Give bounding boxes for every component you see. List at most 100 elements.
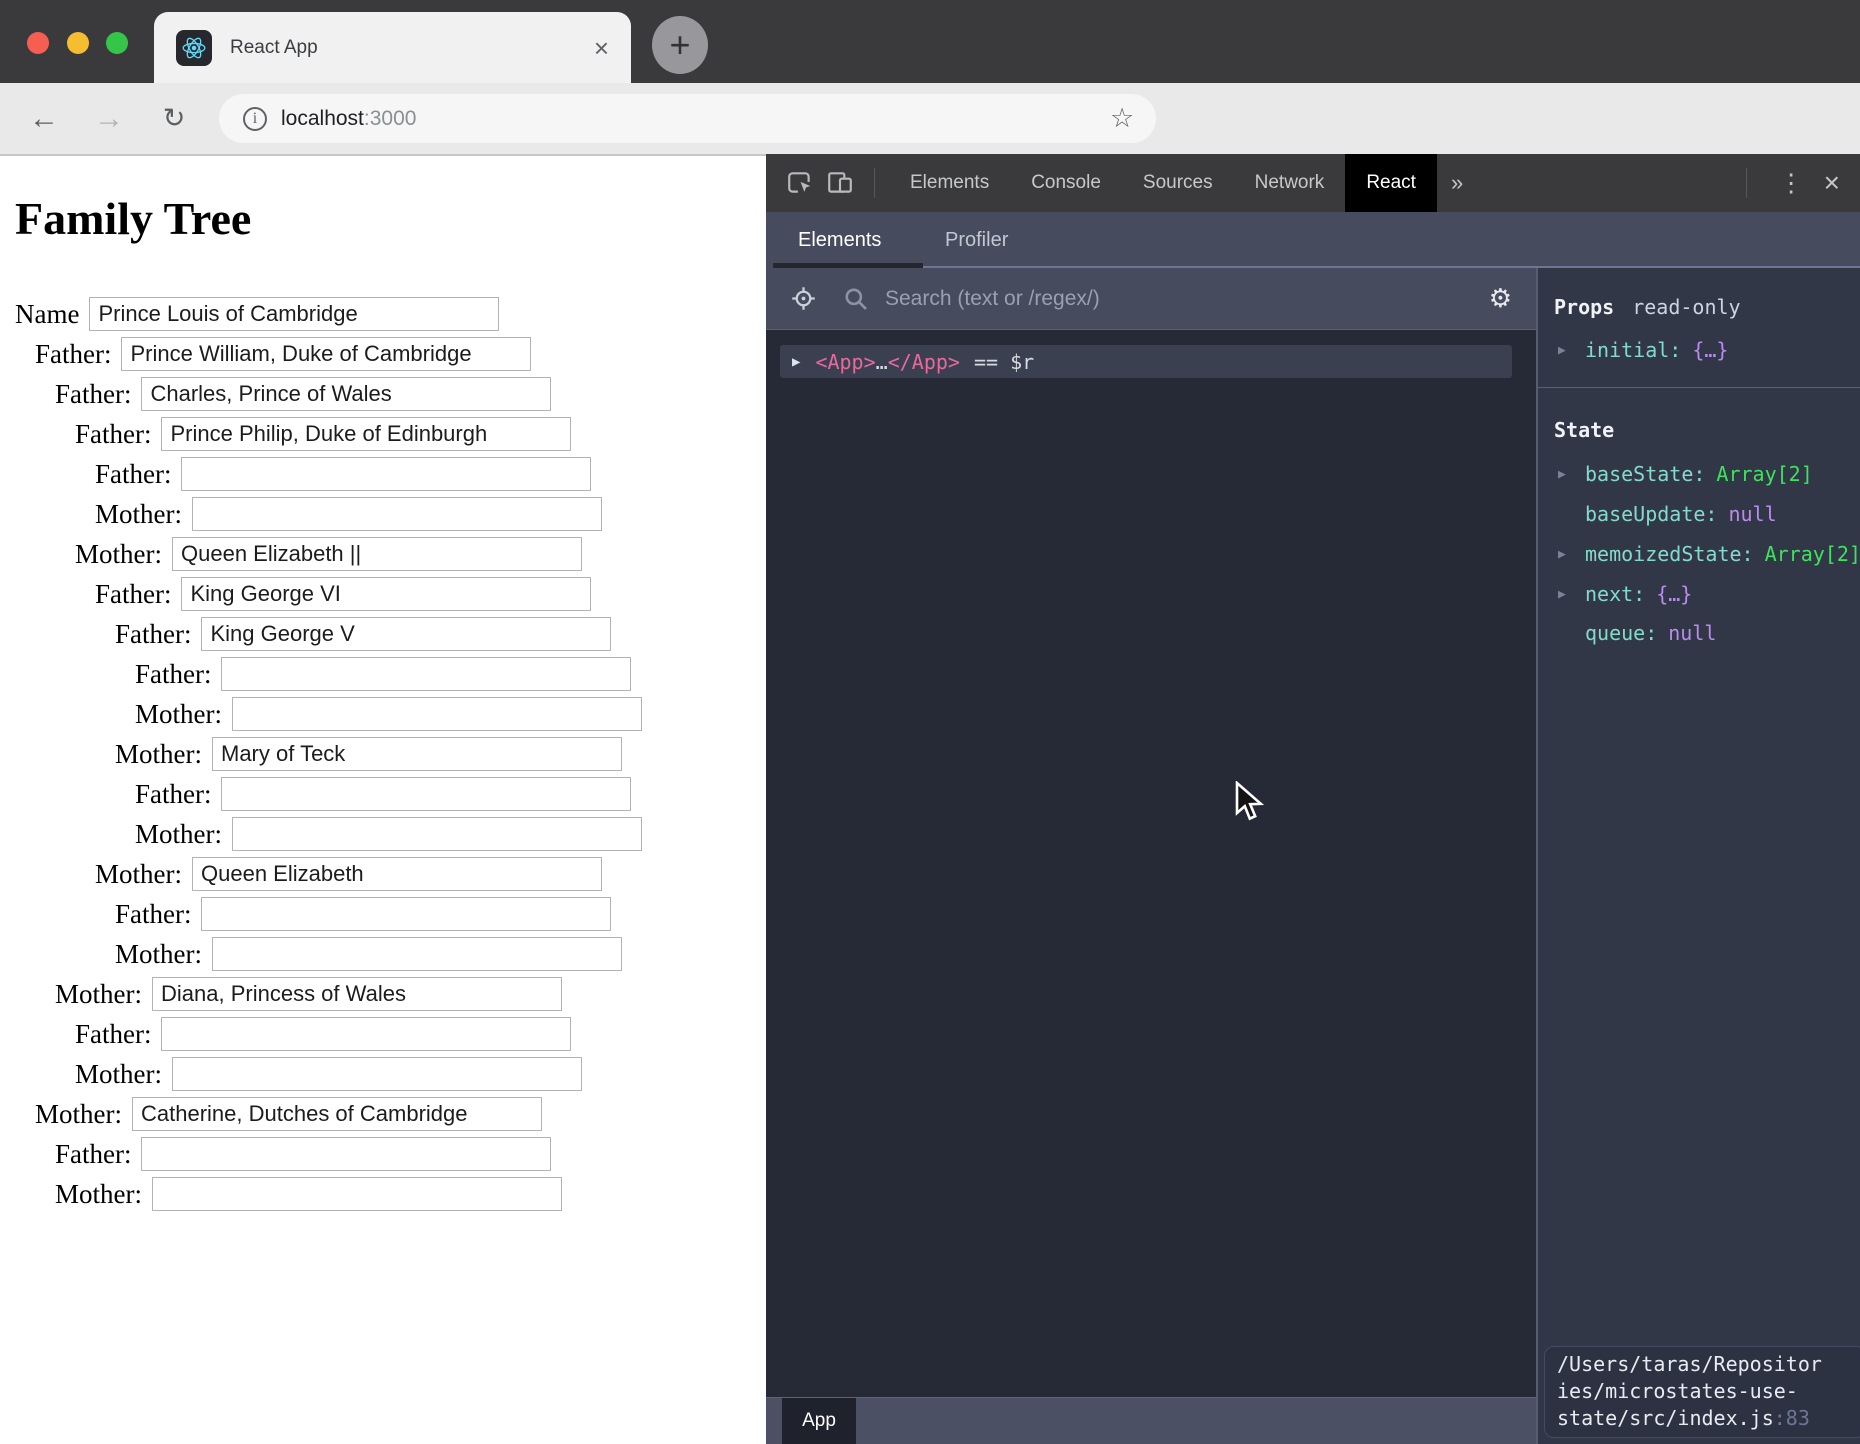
form-row: Mother: (0, 737, 766, 771)
props-state-pane: Props read-only ▶ initial: {…} State ▶ b… (1538, 268, 1860, 1444)
state-row-basestate[interactable]: ▶ baseState: Array[2] (1538, 460, 1860, 488)
prop-row-initial[interactable]: ▶ initial: {…} (1538, 336, 1860, 364)
expand-triangle-icon[interactable]: ▶ (1558, 587, 1566, 602)
devtools-tab-sources[interactable]: Sources (1122, 154, 1234, 212)
form-row: Mother: (0, 1097, 766, 1131)
state-row-baseupdate[interactable]: baseUpdate: null (1538, 500, 1860, 528)
back-button[interactable]: ← (21, 83, 67, 154)
form-row: Father: (0, 657, 766, 691)
father-label: Father: (75, 419, 151, 450)
subtab-elements[interactable]: Elements (798, 212, 881, 268)
close-window-button[interactable] (27, 32, 49, 54)
expand-triangle-icon[interactable]: ▶ (792, 354, 800, 370)
mother-label: Mother: (95, 499, 182, 530)
mother-input[interactable] (172, 1057, 582, 1091)
mother-input[interactable] (152, 977, 562, 1011)
minimize-window-button[interactable] (67, 32, 89, 54)
expand-triangle-icon[interactable]: ▶ (1558, 343, 1566, 358)
form-row: Father: (0, 897, 766, 931)
tree-row-app-selected[interactable]: ▶ <App>…</App> == $r (780, 345, 1512, 378)
devtools-tab-react[interactable]: React (1345, 154, 1437, 212)
device-toolbar-icon[interactable] (820, 154, 860, 212)
mother-input[interactable] (132, 1097, 542, 1131)
prop-key: initial: (1585, 338, 1681, 362)
devtools-menu-icon[interactable]: ⋮ (1779, 168, 1804, 198)
mother-label: Mother: (135, 699, 222, 730)
father-input[interactable] (221, 777, 631, 811)
state-key: next: (1585, 582, 1645, 606)
form-row: Mother: (0, 857, 766, 891)
page-title: Family Tree (15, 192, 766, 245)
mother-input[interactable] (192, 857, 602, 891)
form-row: Father: (0, 457, 766, 491)
tab-bar-divider (874, 168, 875, 198)
forward-button[interactable]: → (86, 83, 132, 154)
mother-input[interactable] (232, 697, 642, 731)
close-tag: </App> (888, 350, 960, 374)
father-input[interactable] (141, 377, 551, 411)
expand-triangle-icon[interactable]: ▶ (1558, 467, 1566, 482)
father-input[interactable] (181, 457, 591, 491)
browser-tab[interactable]: React App × (154, 12, 631, 83)
address-bar[interactable]: i localhost:3000 (219, 94, 1156, 143)
inspect-element-icon[interactable] (780, 154, 820, 212)
mother-input[interactable] (212, 737, 622, 771)
devtools-tab-console[interactable]: Console (1010, 154, 1122, 212)
father-input[interactable] (181, 577, 591, 611)
url-host: localhost (281, 107, 364, 130)
form-row: Mother: (0, 497, 766, 531)
state-row-next[interactable]: ▶ next: {…} (1538, 580, 1860, 608)
devtools-panel: Elements Console Sources Network React »… (766, 154, 1860, 1444)
mother-input[interactable] (152, 1177, 562, 1211)
devtools-tab-network[interactable]: Network (1234, 154, 1346, 212)
father-input[interactable] (141, 1137, 551, 1171)
reload-button[interactable]: ↻ (151, 83, 197, 154)
close-tab-icon[interactable]: × (594, 35, 609, 61)
expand-triangle-icon[interactable]: ▶ (1558, 547, 1566, 562)
subtab-profiler[interactable]: Profiler (945, 212, 1008, 268)
mother-label: Mother: (35, 1099, 122, 1130)
page-content: Family Tree Name Father: Father: Father:… (0, 156, 766, 1444)
state-key: queue: (1585, 621, 1657, 645)
new-tab-button[interactable]: + (652, 16, 708, 74)
settings-gear-icon[interactable]: ⚙ (1489, 283, 1512, 314)
mother-input[interactable] (192, 497, 602, 531)
open-tag: <App> (815, 350, 875, 374)
url-text[interactable]: localhost:3000 (281, 107, 416, 131)
father-input[interactable] (121, 337, 531, 371)
zoom-window-button[interactable] (106, 32, 128, 54)
bookmark-star-icon[interactable]: ☆ (1110, 83, 1134, 154)
name-input[interactable] (89, 297, 499, 331)
source-location-box[interactable]: /Users/taras/Repositor ies/microstates-u… (1544, 1346, 1860, 1438)
form-row: Father: (0, 617, 766, 651)
mother-label: Mother: (75, 1059, 162, 1090)
more-tabs-chevron-icon[interactable]: » (1451, 170, 1463, 196)
mother-input[interactable] (232, 817, 642, 851)
father-label: Father: (135, 779, 211, 810)
father-input[interactable] (201, 897, 611, 931)
mother-label: Mother: (95, 859, 182, 890)
mother-input[interactable] (212, 937, 622, 971)
father-label: Father: (55, 379, 131, 410)
source-line-number: :83 (1774, 1406, 1810, 1430)
father-input[interactable] (161, 1017, 571, 1051)
breadcrumb-app[interactable]: App (782, 1398, 856, 1444)
form-row: Mother: (0, 817, 766, 851)
father-input[interactable] (161, 417, 571, 451)
mother-input[interactable] (172, 537, 582, 571)
state-key: baseState: (1585, 462, 1705, 486)
father-input[interactable] (221, 657, 631, 691)
search-input[interactable]: Search (text or /regex/) (885, 287, 1100, 311)
close-devtools-icon[interactable]: × (1824, 169, 1840, 197)
state-row-memoizedstate[interactable]: ▶ memoizedState: Array[2] (1538, 540, 1860, 568)
select-component-icon[interactable] (790, 285, 817, 312)
state-key: memoizedState: (1585, 542, 1754, 566)
state-header: State (1538, 416, 1860, 444)
site-info-icon[interactable]: i (243, 107, 267, 131)
devtools-tab-elements[interactable]: Elements (889, 154, 1010, 212)
state-row-queue[interactable]: queue: null (1538, 619, 1860, 647)
father-label: Father: (35, 339, 111, 370)
form-row: Father: (0, 1017, 766, 1051)
father-input[interactable] (201, 617, 611, 651)
source-path-line: ies/microstates-use- (1557, 1378, 1853, 1405)
